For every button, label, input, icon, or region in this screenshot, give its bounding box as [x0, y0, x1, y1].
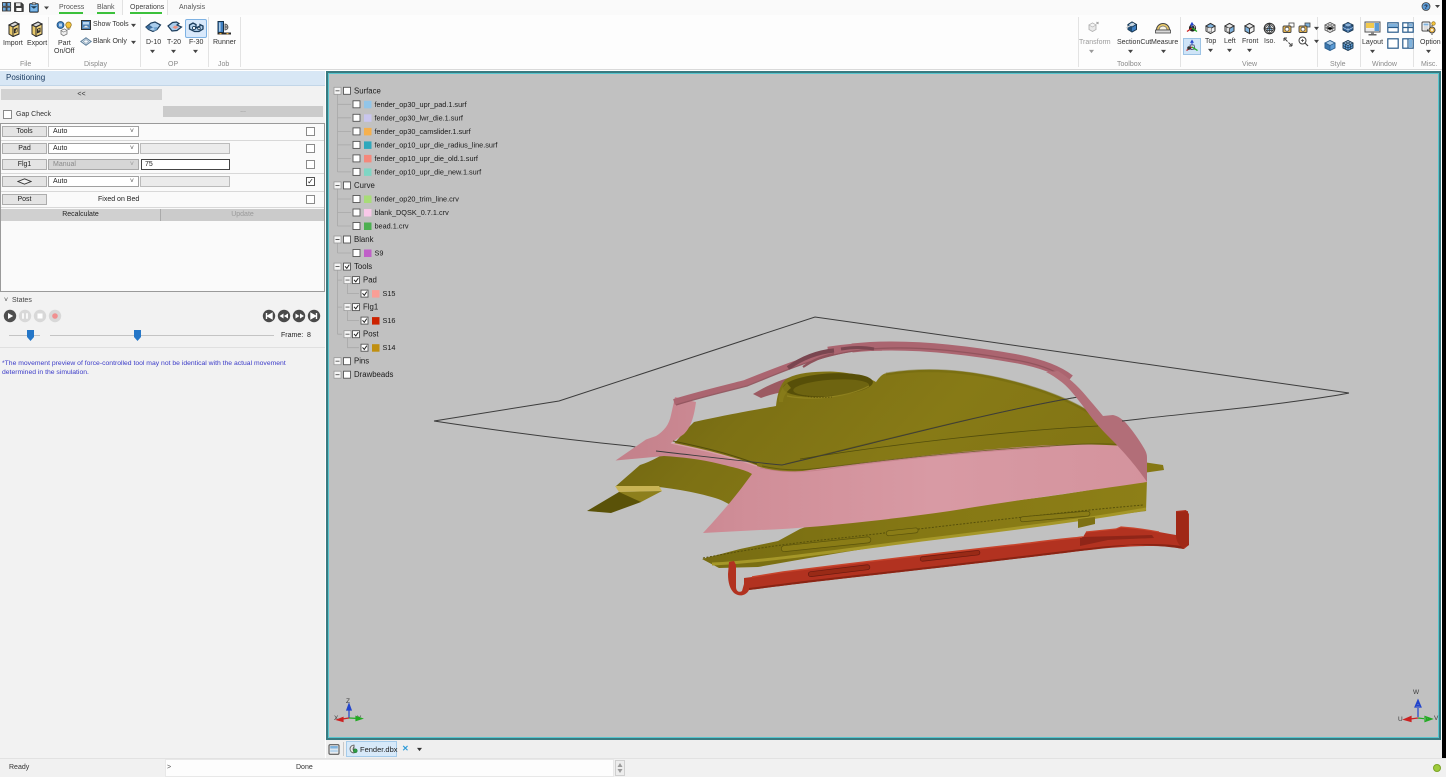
svg-text:Tools: Tools — [354, 262, 372, 271]
svg-text:Flg1: Flg1 — [363, 303, 378, 312]
svg-text:fender_op30_camslider.1.surf: fender_op30_camslider.1.surf — [375, 127, 472, 136]
svg-text:Surface: Surface — [354, 86, 381, 95]
svg-text:fender_op10_upr_die_new.1.surf: fender_op10_upr_die_new.1.surf — [375, 167, 483, 176]
svg-text:fender_op10_upr_die_radius_lin: fender_op10_upr_die_radius_line.surf — [375, 140, 499, 149]
svg-text:bead.1.crv: bead.1.crv — [375, 222, 409, 231]
svg-text:fender_op30_upr_pad.1.surf: fender_op30_upr_pad.1.surf — [375, 100, 468, 109]
svg-text:Pad: Pad — [363, 276, 377, 285]
svg-text:fender_op10_upr_die_old.1.surf: fender_op10_upr_die_old.1.surf — [375, 154, 479, 163]
svg-text:V: V — [1434, 715, 1439, 722]
svg-text:blank_DQSK_0.7.1.crv: blank_DQSK_0.7.1.crv — [375, 208, 450, 217]
svg-text:fender_op30_lwr_die.1.surf: fender_op30_lwr_die.1.surf — [375, 113, 464, 122]
svg-text:Curve: Curve — [354, 181, 375, 190]
svg-text:S16: S16 — [383, 316, 396, 325]
svg-text:Blank: Blank — [354, 235, 374, 244]
svg-text:fender_op20_trim_line.crv: fender_op20_trim_line.crv — [375, 195, 460, 204]
svg-text:U: U — [1398, 716, 1403, 723]
svg-text:?: ? — [1424, 5, 1428, 11]
svg-text:S14: S14 — [383, 343, 396, 352]
svg-text:Drawbeads: Drawbeads — [354, 370, 394, 379]
svg-text:Post: Post — [363, 330, 379, 339]
svg-text:Pins: Pins — [354, 357, 369, 366]
svg-text:S9: S9 — [375, 249, 384, 258]
svg-text:W: W — [1413, 689, 1420, 696]
svg-text:X: X — [334, 715, 339, 722]
svg-text:S15: S15 — [383, 289, 396, 298]
